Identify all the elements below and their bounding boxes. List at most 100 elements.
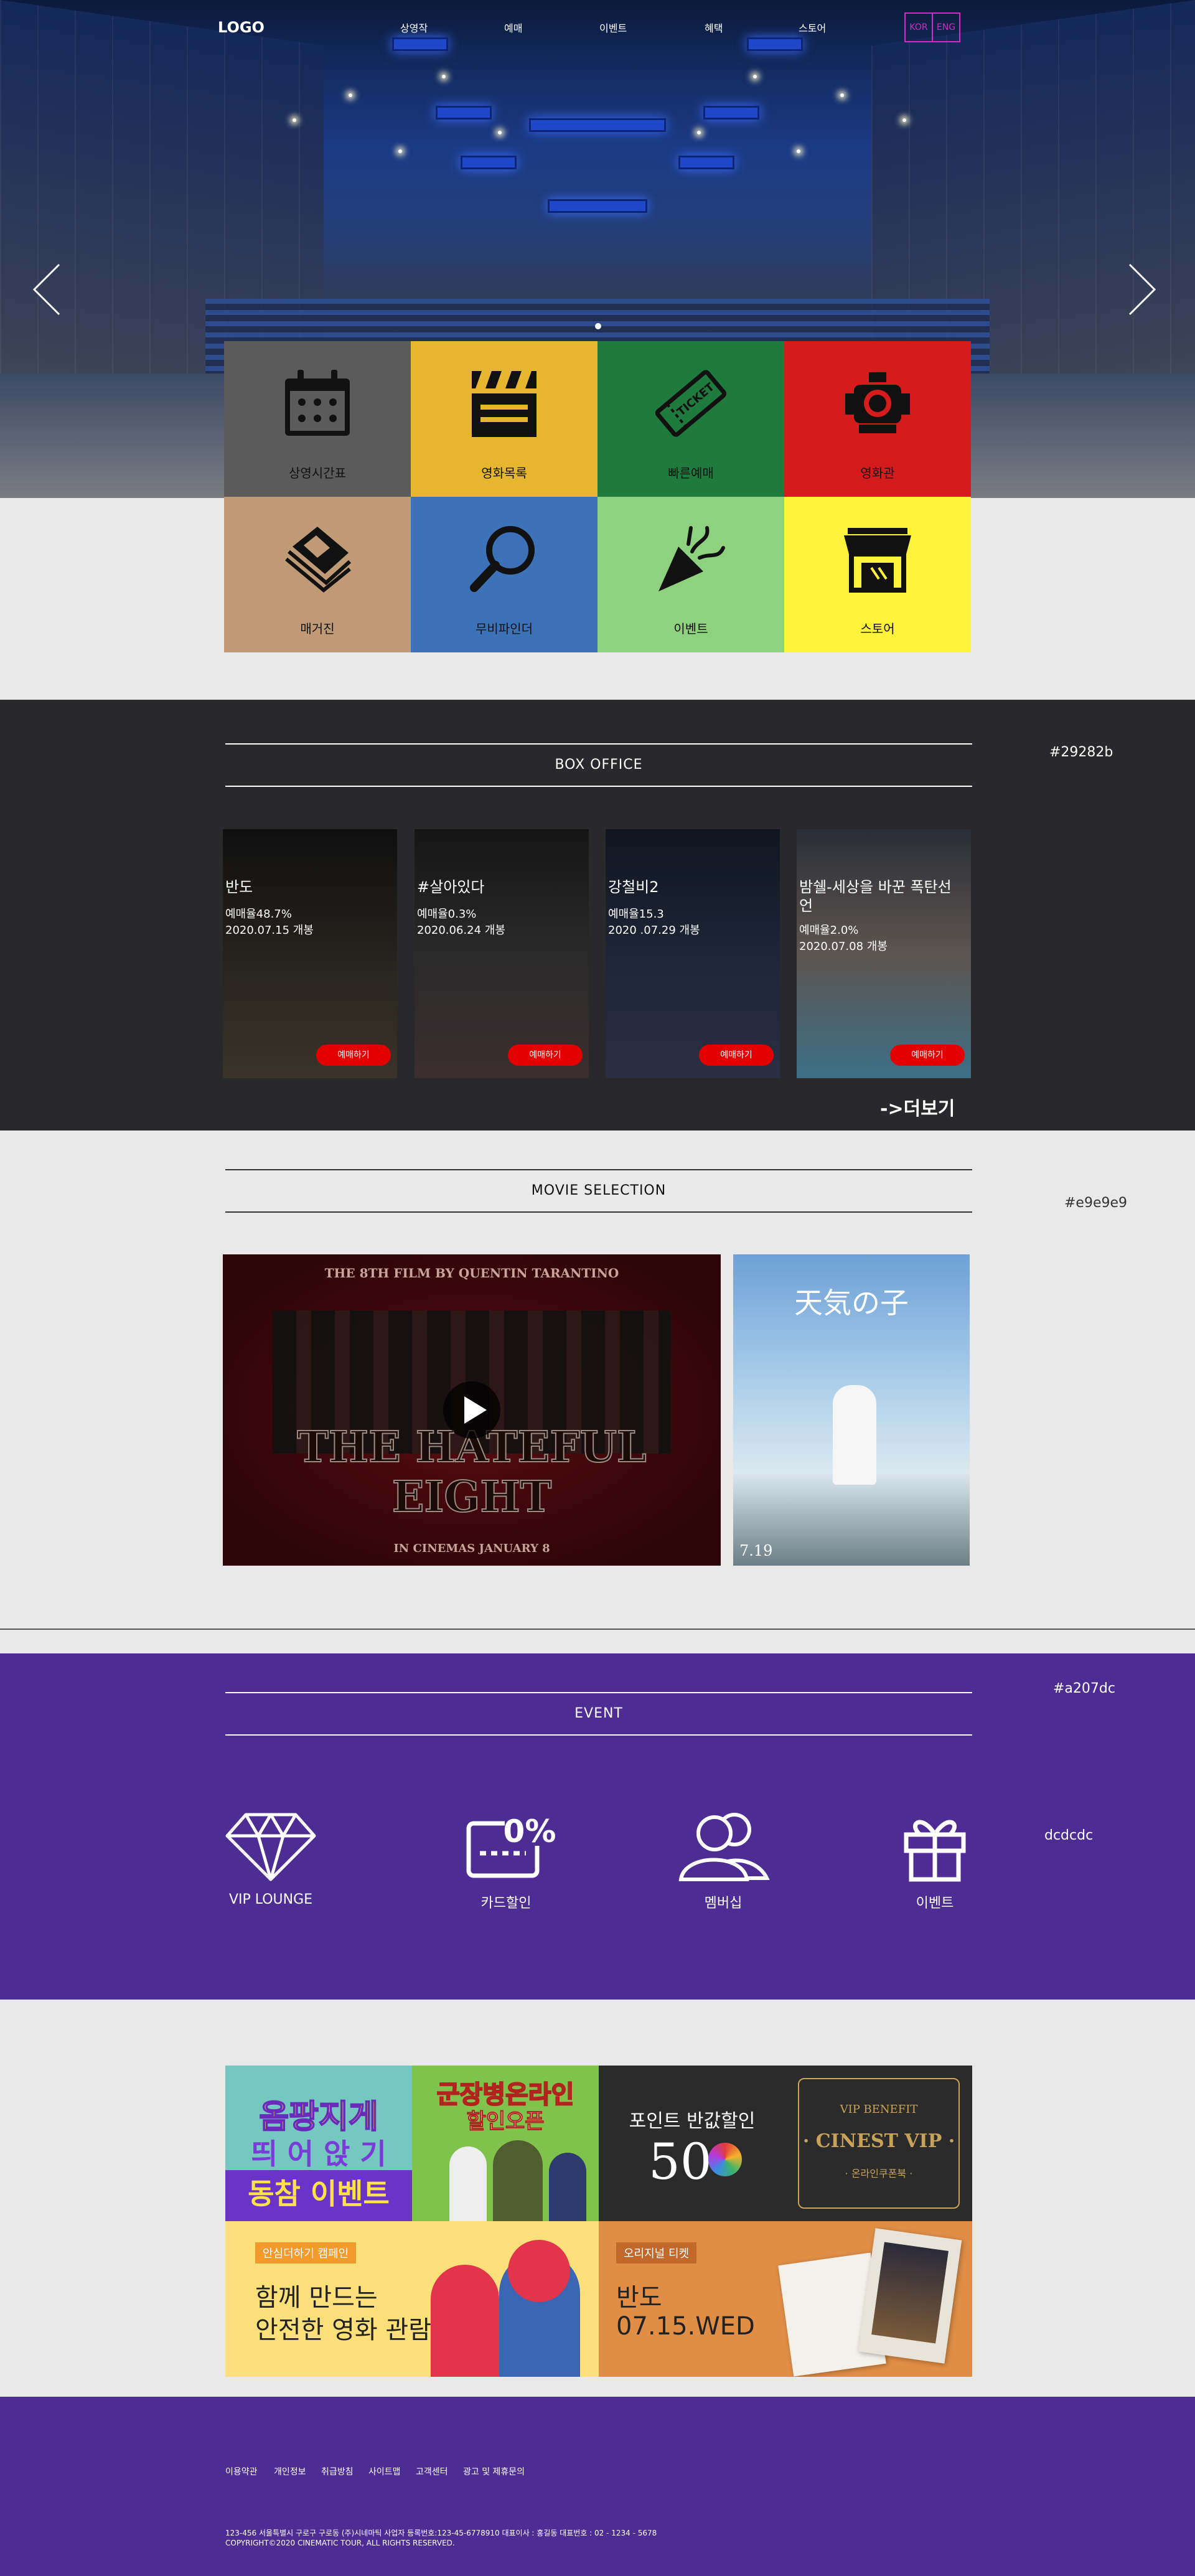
quick-menu-theaters[interactable]: 영화관 [784,341,971,497]
members-icon [678,1813,770,1881]
event-section: EVENT #a207dc dcdcdc [0,1653,1195,2000]
book-button[interactable]: 예매하기 [890,1045,965,1066]
magazine-icon [285,527,352,593]
book-button[interactable]: 예매하기 [316,1045,391,1066]
movie-card[interactable]: 강철비2 예매율15.3 2020 .07.29 개봉 예매하기 [606,829,780,1078]
event-title: EVENT [574,1706,623,1721]
book-button[interactable]: 예매하기 [508,1045,583,1066]
logo[interactable]: LOGO [218,19,265,36]
banner-tag: 오리지널 티켓 [616,2242,697,2263]
banner-text: VIP BENEFIT [840,2103,918,2116]
poster-date: 7.19 [739,1542,773,1559]
movie-rate: 예매율48.7% [225,908,292,921]
quick-menu-label: 영화관 [860,466,895,481]
quick-menu-label: 빠른예매 [668,466,714,481]
calendar-icon [285,370,350,436]
quick-menu-quick-booking[interactable]: TICKET 빠른예매 [598,341,784,497]
book-button[interactable]: 예매하기 [699,1045,774,1066]
banner-soldier-discount[interactable]: 군장병온라인 할인오픈 [412,2066,599,2221]
event-card-discount[interactable]: 0% 카드할인 [444,1808,568,1912]
slider-indicator-dot[interactable] [595,323,601,329]
banner-text: 07.15.WED [616,2312,755,2341]
footer-link-policy[interactable]: 취급방침 [321,2465,354,2478]
footer-link-ads[interactable]: 광고 및 제휴문의 [463,2465,525,2478]
magnifier-icon [470,526,535,592]
event-label: 카드할인 [480,1896,532,1911]
quick-menu-store[interactable]: 스토어 [784,497,971,652]
color-note: #e9e9e9 [1064,1195,1128,1211]
store-icon [844,528,911,593]
play-icon[interactable] [441,1379,503,1441]
movie-rate: 예매율2.0% [799,924,859,937]
gift-icon [904,1820,966,1882]
banner-text: · 온라인쿠폰북 · [845,2168,913,2179]
event-label: 이벤트 [916,1896,954,1911]
banner-tag: 안심더하기 캠페인 [255,2242,357,2263]
banner-text: 옴팡지게 [258,2098,378,2136]
banner-text: · CINEST VIP · [802,2130,955,2152]
quick-menu-label: 스토어 [860,621,895,636]
nav-item-store[interactable]: 스토어 [799,20,826,35]
footer-link-support[interactable]: 고객센터 [416,2465,448,2478]
nav-item-now-showing[interactable]: 상영작 [400,20,428,35]
banner-safe-campaign[interactable]: 안심더하기 캠페인 함께 만드는 안전한 영화 관람 [225,2221,599,2377]
banner-distancing-event[interactable]: 옴팡지게 띄 어 앉 기 동참 이벤트 [225,2066,412,2221]
banner-text: 동참 이벤트 [248,2177,390,2211]
slider-next-arrow-icon[interactable] [1127,261,1158,317]
clapperboard-icon [472,371,537,437]
movie-card[interactable]: 밤쉘-세상을 바꾼 폭탄선언 예매율2.0% 2020.07.08 개봉 예매하… [797,829,971,1078]
banner-point-discount[interactable]: 포인트 반값할인 50 [599,2066,785,2221]
more-link[interactable]: ->더보기 [880,1093,955,1121]
banner-text: 50 [649,2133,712,2191]
movie-title: 반도 [225,878,253,896]
box-office-section: BOX OFFICE #29282b ->더보기 [0,700,1195,1131]
banner-cinest-vip[interactable]: VIP BENEFIT · CINEST VIP · · 온라인쿠폰북 · [785,2066,972,2221]
nav-item-booking[interactable]: 예매 [504,20,522,35]
color-note: #a207dc [1053,1681,1115,1696]
quick-menu-magazine[interactable]: 매거진 [224,497,411,652]
footer-link-sitemap[interactable]: 사이트맵 [368,2465,401,2478]
nav-item-benefit[interactable]: 혜택 [705,20,723,35]
footer-copyright: COPYRIGHT©2020 CINEMATIC TOUR, ALL RIGHT… [225,2539,455,2547]
section-divider [0,1629,1195,1630]
slider-prev-arrow-icon[interactable] [31,261,62,317]
color-note: #29282b [1049,745,1113,760]
movie-title: 강철비2 [608,878,659,896]
event-vip-lounge[interactable]: VIP LOUNGE [209,1808,333,1907]
featured-trailer[interactable]: THE 8TH FILM BY QUENTIN TARANTINO THE HA… [223,1254,721,1566]
lang-kor-button[interactable]: KOR [904,12,933,42]
event-membership[interactable]: 멤버십 [661,1808,785,1912]
svg-text:TICKET: TICKET [675,380,717,419]
nav-item-event[interactable]: 이벤트 [599,20,627,35]
quick-menu-movie-finder[interactable]: 무비파인더 [411,497,598,652]
quick-menu-movie-list[interactable]: 영화목록 [411,341,598,497]
diamond-icon [225,1813,316,1881]
side-poster[interactable]: 天気の子 7.19 [733,1254,970,1566]
poster-title: 天気の子 [794,1286,909,1320]
movie-release-date: 2020 .07.29 개봉 [608,924,700,937]
movie-card[interactable]: 반도 예매율48.7% 2020.07.15 개봉 예매하기 [223,829,397,1078]
card-discount-icon: 0% [466,1813,556,1878]
movie-card[interactable]: #살아있다 예매율0.3% 2020.06.24 개봉 예매하기 [415,829,589,1078]
banner-text: 안전한 영화 관람 [255,2316,432,2344]
footer-link-privacy[interactable]: 개인정보 [274,2465,306,2478]
banner-original-ticket[interactable]: 오리지널 티켓 반도 07.15.WED [599,2221,972,2377]
movie-release-date: 2020.07.08 개봉 [799,940,888,953]
ticket-icon: TICKET [655,370,727,437]
banner-text: 포인트 반값할인 [629,2110,756,2132]
quick-menu-label: 무비파인더 [476,621,533,636]
lang-eng-button[interactable]: ENG [932,12,960,42]
quick-menu-event[interactable]: 이벤트 [598,497,784,652]
quick-menu-label: 매거진 [300,621,335,636]
trailer-tagline: THE 8TH FILM BY QUENTIN TARANTINO [324,1266,619,1281]
banner-text: 반도 [616,2283,662,2312]
event-gift[interactable]: 이벤트 [873,1808,997,1912]
quick-menu-label: 상영시간표 [289,466,346,481]
projector-icon [845,372,910,433]
trailer-release: IN CINEMAS JANUARY 8 [393,1542,550,1555]
quick-menu-schedule[interactable]: 상영시간표 [224,341,411,497]
movie-release-date: 2020.07.15 개봉 [225,924,314,937]
footer-link-terms[interactable]: 이용약관 [225,2465,258,2478]
movie-selection-title: MOVIE SELECTION [531,1183,667,1198]
svg-text:0%: 0% [504,1813,556,1850]
